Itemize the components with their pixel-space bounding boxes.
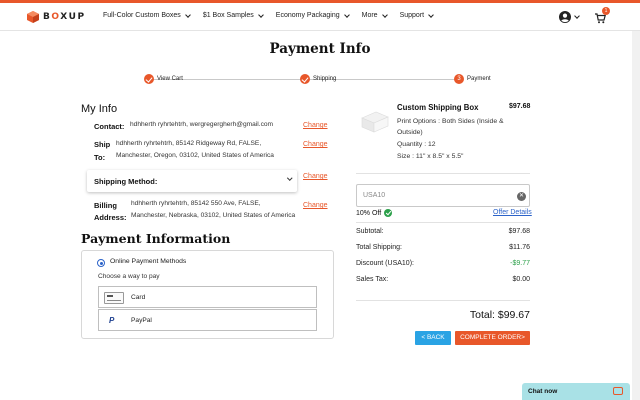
offer-details-link[interactable]: Offer Details	[493, 209, 532, 216]
chevron-down-icon	[343, 11, 350, 18]
product-name: Custom Shipping Box	[397, 103, 479, 112]
chevron-down-icon	[287, 175, 293, 181]
paypal-option[interactable]: P PayPal	[98, 309, 317, 331]
chat-widget[interactable]: Chat now	[522, 383, 630, 400]
quantity: Quantity : 12	[397, 141, 436, 148]
change-shipping-method-link[interactable]: Change	[303, 173, 328, 180]
page-title: Payment Info	[269, 41, 371, 57]
divider	[356, 300, 530, 301]
payment-methods-panel: Online Payment Methods Choose a way to p…	[81, 250, 334, 339]
nav-box-samples[interactable]: $1 Box Samples	[203, 11, 264, 19]
billing-value-2: Manchester, Nebraska, 03102, United Stat…	[131, 212, 296, 219]
change-billing-link[interactable]: Change	[303, 202, 328, 209]
back-button[interactable]: < BACK	[415, 331, 451, 345]
coupon-input[interactable]: USA10 ✕	[356, 184, 530, 207]
size: Size : 11" x 8.5" x 5.5"	[397, 153, 464, 160]
product-thumbnail	[358, 106, 390, 134]
main-nav: Full-Color Custom Boxes $1 Box Samples E…	[103, 11, 446, 19]
billing-label-2: Address:	[94, 213, 127, 222]
cart-count-badge: 1	[602, 7, 610, 15]
chevron-down-icon	[257, 11, 264, 18]
check-icon	[144, 74, 154, 84]
shipping-method-label: Shipping Method:	[94, 177, 158, 186]
account-menu[interactable]	[559, 11, 580, 23]
chevron-down-icon	[184, 11, 191, 18]
step-payment: 3 Payment	[454, 74, 491, 84]
chevron-down-icon	[428, 11, 434, 18]
nav-more[interactable]: More	[362, 11, 388, 19]
chevron-down-icon	[381, 11, 388, 18]
chevron-down-icon	[574, 13, 580, 19]
payment-information-heading: Payment Information	[81, 231, 231, 246]
discount-status: 10% Off	[356, 209, 393, 217]
boxup-logo[interactable]: BOXUP	[27, 10, 86, 24]
contact-label: Contact:	[94, 122, 125, 131]
card-option[interactable]: Card	[98, 286, 317, 308]
billing-label-1: Billing	[94, 201, 117, 210]
paypal-icon: P	[109, 316, 115, 325]
check-circle-icon	[384, 209, 393, 217]
nav-economy-packaging[interactable]: Economy Packaging	[276, 11, 350, 19]
ship-to-label-1: Ship	[94, 140, 111, 149]
ship-to-value-1: hdhherth ryhrtehtrh, 85142 Ridgeway Rd, …	[116, 140, 262, 147]
online-payment-label[interactable]: Online Payment Methods	[110, 258, 186, 265]
step-view-cart[interactable]: View Cart	[144, 74, 183, 84]
choose-payment-text: Choose a way to pay	[98, 273, 160, 280]
order-total: Total: $99.67	[469, 309, 530, 321]
nav-full-color-custom-boxes[interactable]: Full-Color Custom Boxes	[103, 11, 191, 19]
chat-label: Chat now	[528, 388, 558, 395]
contact-value: hdhherth ryhrtehtrh, wergregergherh@gmai…	[130, 121, 274, 128]
step-shipping[interactable]: Shipping	[300, 74, 336, 84]
cart-button[interactable]: 1	[595, 7, 610, 29]
shipping-method-dropdown[interactable]: Shipping Method:	[87, 170, 297, 192]
complete-order-button[interactable]: COMPLETE ORDER>	[455, 331, 530, 345]
online-payment-radio[interactable]	[97, 259, 105, 267]
divider	[356, 173, 530, 174]
change-contact-link[interactable]: Change	[303, 122, 328, 129]
print-options: Print Options : Both Sides (Inside & Out…	[397, 118, 504, 136]
change-shipping-link[interactable]: Change	[303, 141, 328, 148]
credit-card-icon	[104, 292, 124, 304]
site-header: BOXUP Full-Color Custom Boxes $1 Box Sam…	[0, 3, 640, 31]
clear-coupon-icon[interactable]: ✕	[517, 192, 526, 201]
step-number: 3	[454, 74, 464, 84]
page-scrollbar[interactable]	[632, 31, 640, 400]
billing-value-1: hdhherth ryhrtehtrh, 85142 550 Ave, FALS…	[131, 200, 261, 207]
logo-cube-icon	[27, 11, 39, 23]
my-info-heading: My Info	[81, 103, 118, 115]
ship-to-value-2: Manchester, Oregon, 03102, United States…	[116, 152, 274, 159]
ship-to-label-2: To:	[94, 153, 106, 162]
coupon-value: USA10	[363, 192, 386, 199]
product-price: $97.68	[509, 103, 531, 110]
user-avatar-icon	[559, 11, 571, 23]
logo-text: BOXUP	[43, 12, 86, 22]
nav-support[interactable]: Support	[400, 11, 434, 19]
divider	[356, 222, 530, 223]
check-icon	[300, 74, 310, 84]
chat-bubble-icon	[613, 387, 623, 395]
